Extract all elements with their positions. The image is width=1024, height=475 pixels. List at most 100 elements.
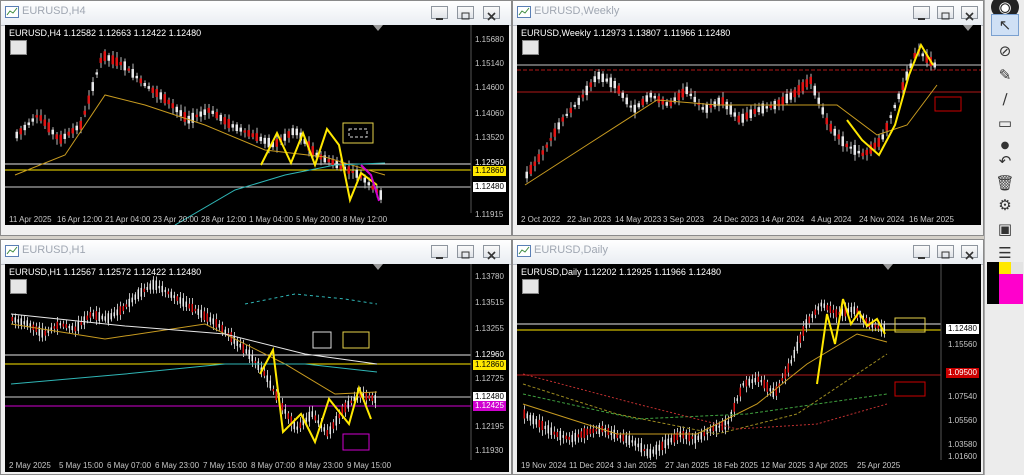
candle bbox=[20, 318, 22, 326]
candle bbox=[561, 117, 564, 122]
candle bbox=[176, 296, 178, 301]
hand-icon[interactable] bbox=[10, 279, 27, 294]
color-swatch[interactable] bbox=[987, 262, 1023, 306]
candles-area[interactable] bbox=[5, 264, 509, 472]
candle bbox=[159, 92, 162, 100]
robot-icon[interactable]: ⚙ bbox=[991, 194, 1019, 216]
candle bbox=[140, 287, 142, 297]
minimize-button[interactable] bbox=[431, 6, 448, 20]
candle bbox=[247, 130, 250, 137]
candle bbox=[901, 82, 904, 91]
candle bbox=[55, 134, 58, 140]
price-label: 1.11930 bbox=[475, 446, 504, 455]
ruler-icon[interactable]: ▭ bbox=[991, 112, 1019, 134]
candle bbox=[685, 86, 688, 95]
chart-window-icon bbox=[5, 6, 19, 18]
candle bbox=[629, 105, 632, 108]
candle bbox=[127, 68, 130, 71]
restore-button[interactable] bbox=[937, 245, 954, 259]
candle bbox=[544, 425, 546, 429]
price-chart[interactable]: EURUSD,Daily 1.12202 1.12925 1.11966 1.1… bbox=[517, 264, 981, 472]
cursor-icon[interactable]: ↖ bbox=[991, 14, 1019, 36]
candle bbox=[245, 349, 247, 354]
candle bbox=[314, 415, 316, 421]
hand-icon[interactable] bbox=[522, 40, 539, 55]
candle bbox=[80, 321, 82, 326]
candles-area[interactable] bbox=[5, 25, 509, 225]
restore-button[interactable] bbox=[457, 6, 474, 20]
chart-window-h4[interactable]: EURUSD,H4 EURUSD,H4 1.12582 1.12663 1.12… bbox=[0, 0, 512, 236]
candle bbox=[736, 398, 738, 402]
candle bbox=[379, 190, 382, 200]
candle bbox=[155, 89, 158, 98]
candle bbox=[371, 395, 373, 402]
hand-icon[interactable] bbox=[10, 40, 27, 55]
close-button[interactable] bbox=[961, 245, 978, 260]
price-chart[interactable]: EURUSD,Weekly 1.12973 1.13807 1.11966 1.… bbox=[517, 25, 981, 225]
window-title-bar[interactable]: EURUSD,Weekly bbox=[513, 1, 983, 26]
candle bbox=[685, 432, 687, 440]
candle bbox=[143, 83, 146, 87]
time-label: 12 Mar 2025 bbox=[761, 461, 806, 470]
undo-icon[interactable]: ↶ bbox=[991, 150, 1019, 172]
minimize-button[interactable] bbox=[431, 245, 448, 259]
candle bbox=[167, 99, 170, 105]
candle bbox=[569, 107, 572, 113]
trash-icon[interactable]: 🗑 bbox=[991, 172, 1019, 194]
time-label: 4 Aug 2024 bbox=[811, 215, 852, 224]
candle bbox=[275, 138, 278, 147]
candle bbox=[123, 61, 126, 71]
candle bbox=[200, 309, 202, 318]
price-label: 1.15680 bbox=[475, 35, 504, 44]
candle bbox=[613, 81, 616, 89]
candle bbox=[559, 431, 561, 440]
price-chart[interactable]: EURUSD,H1 1.12567 1.12572 1.12422 1.1248… bbox=[5, 264, 509, 472]
chart-window-weekly[interactable]: EURUSD,Weekly EURUSD,Weekly 1.12973 1.13… bbox=[512, 0, 984, 236]
candle bbox=[287, 131, 290, 138]
candle bbox=[829, 305, 831, 314]
price-chart[interactable]: EURUSD,H4 1.12582 1.12663 1.12422 1.1248… bbox=[5, 25, 509, 225]
crosshair-icon[interactable]: ⊘ bbox=[991, 40, 1019, 62]
minimize-button[interactable] bbox=[913, 6, 930, 20]
camera-icon[interactable]: ▣ bbox=[991, 218, 1019, 240]
restore-button[interactable] bbox=[937, 6, 954, 20]
close-button[interactable] bbox=[483, 6, 500, 21]
candle bbox=[754, 378, 756, 383]
time-label: 6 May 23:00 bbox=[155, 461, 200, 470]
close-button[interactable] bbox=[483, 245, 500, 260]
window-title-bar[interactable]: EURUSD,H1 bbox=[1, 240, 511, 265]
time-label: 3 Sep 2023 bbox=[663, 215, 704, 224]
restore-button[interactable] bbox=[457, 245, 474, 259]
candle bbox=[119, 61, 122, 66]
close-button[interactable] bbox=[961, 6, 978, 21]
note-box-yellow bbox=[342, 331, 370, 349]
candles-area[interactable] bbox=[517, 264, 981, 472]
chart-window-daily[interactable]: EURUSD,Daily EURUSD,Daily 1.12202 1.1292… bbox=[512, 239, 984, 475]
candle bbox=[557, 122, 560, 130]
candle bbox=[853, 144, 856, 155]
candle bbox=[251, 354, 253, 362]
candle bbox=[605, 78, 608, 82]
price-tag-current: 1.12480 bbox=[946, 324, 979, 334]
eraser-icon[interactable]: ✎ bbox=[991, 64, 1019, 86]
candle bbox=[68, 325, 70, 329]
candle bbox=[718, 425, 720, 428]
candle bbox=[374, 394, 376, 404]
candle bbox=[547, 425, 549, 434]
candles-area[interactable] bbox=[517, 25, 981, 225]
candle bbox=[51, 129, 54, 135]
clipboard-icon[interactable]: ☰ bbox=[991, 242, 1019, 264]
window-title-bar[interactable]: EURUSD,Daily bbox=[513, 240, 983, 265]
drawing-toolbar: ◉ ↖ ⊘ ✎ ∕ ▭ ● ↶ 🗑 ⚙ ▣ ☰ bbox=[984, 0, 1024, 475]
candle bbox=[658, 444, 660, 451]
minimize-button[interactable] bbox=[913, 245, 930, 259]
candle bbox=[541, 420, 543, 431]
candle bbox=[766, 381, 768, 392]
time-label: 18 Feb 2025 bbox=[713, 461, 758, 470]
window-title-bar[interactable]: EURUSD,H4 bbox=[1, 1, 511, 26]
candle bbox=[809, 76, 812, 85]
hand-icon[interactable] bbox=[522, 279, 539, 294]
pencil-icon[interactable]: ∕ bbox=[991, 88, 1019, 110]
candle bbox=[697, 435, 699, 440]
chart-window-h1[interactable]: EURUSD,H1 EURUSD,H1 1.12567 1.12572 1.12… bbox=[0, 239, 512, 475]
